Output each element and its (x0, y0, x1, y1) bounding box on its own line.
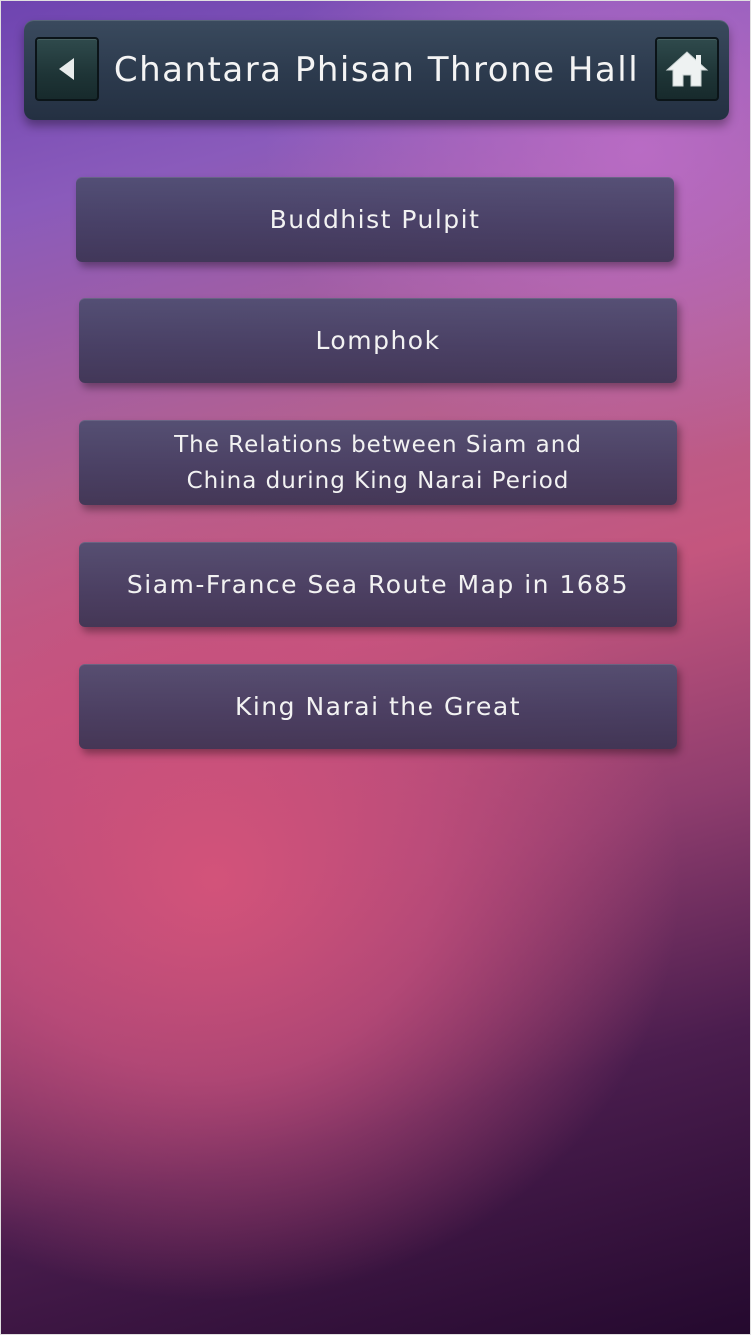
menu-item-lomphok[interactable]: Lomphok (79, 298, 677, 383)
home-icon (665, 51, 709, 87)
back-button[interactable] (35, 37, 99, 101)
menu-item-buddhist-pulpit[interactable]: Buddhist Pulpit (76, 177, 674, 262)
menu-item-siam-china-relations[interactable]: The Relations between Siam and China dur… (79, 420, 677, 505)
menu-item-label: Siam-France Sea Route Map in 1685 (126, 569, 630, 599)
menu-item-label: Lomphok (315, 325, 441, 355)
menu-item-king-narai[interactable]: King Narai the Great (79, 664, 677, 749)
header-bar: Chantara Phisan Throne Hall (24, 20, 729, 120)
menu-item-siam-france-map[interactable]: Siam-France Sea Route Map in 1685 (79, 542, 677, 627)
page-title: Chantara Phisan Throne Hall (113, 50, 640, 90)
back-arrow-icon (59, 58, 74, 80)
menu-item-label: Buddhist Pulpit (269, 204, 481, 234)
menu-item-label: King Narai the Great (234, 691, 522, 721)
menu-item-label: The Relations between Siam and China dur… (174, 431, 582, 494)
home-button[interactable] (655, 37, 719, 101)
